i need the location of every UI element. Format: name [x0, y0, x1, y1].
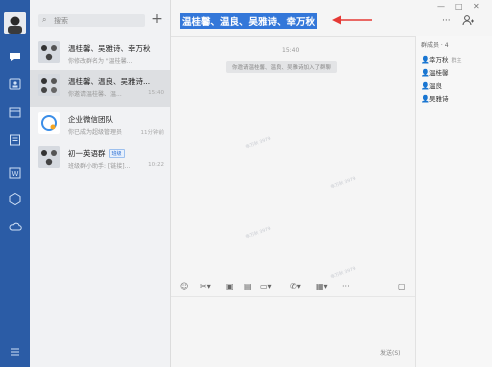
- person-icon: 👤: [421, 82, 430, 90]
- contacts-icon[interactable]: [8, 77, 22, 91]
- member-item[interactable]: 👤温桂馨: [421, 67, 449, 77]
- emoji-icon[interactable]: ☺: [180, 282, 188, 291]
- add-chat-button[interactable]: +: [151, 11, 163, 27]
- chat-name: 温桂馨、温良、吴雅诗...: [68, 77, 151, 86]
- chat-list-item[interactable]: 初一英语群 班级 班级群小助手: [链接]... 10:22: [30, 142, 170, 179]
- chat-list-item-selected[interactable]: 温桂馨、温良、吴雅诗... 你邀请温桂馨、温... 15:40: [30, 70, 170, 107]
- message-time: 15:40: [282, 47, 300, 54]
- member-item[interactable]: 👤幸万秋 群主: [421, 54, 462, 64]
- member-count: 群成员 · 4: [421, 42, 449, 49]
- close-icon[interactable]: ✕: [473, 2, 480, 11]
- conversation-title[interactable]: 温桂馨、温良、吴雅诗、幸万秋: [180, 13, 318, 29]
- chat-list-item[interactable]: 温桂馨、吴雅诗、幸万秋 你修改群名为 "温桂馨...: [30, 37, 170, 74]
- send-button[interactable]: 发送(S): [380, 348, 401, 357]
- group-avatar: [38, 74, 60, 96]
- system-message: 你邀请温桂馨、温良、吴雅诗加入了群聊: [226, 61, 338, 73]
- person-icon: 👤: [421, 56, 430, 64]
- chat-list-item[interactable]: 企业微信团队 你已成为超级管理员 11分钟前: [30, 108, 170, 145]
- docs-icon[interactable]: [8, 133, 22, 147]
- cloud-icon[interactable]: [8, 220, 22, 234]
- input-toolbar: ☺ ✂▾ ▣ ▤ ▭▾ ✆▾ ▦▾ ··· ▢: [180, 282, 412, 296]
- file-icon[interactable]: ▭▾: [260, 282, 272, 291]
- member-item[interactable]: 👤吴雅诗: [421, 93, 449, 103]
- wecom-team-avatar: [38, 112, 60, 134]
- word-icon[interactable]: W: [8, 166, 22, 180]
- maximize-icon[interactable]: □: [455, 2, 463, 11]
- menu-icon[interactable]: [8, 345, 22, 359]
- group-avatar: [38, 146, 60, 168]
- scissors-icon[interactable]: ✂▾: [200, 282, 211, 291]
- group-avatar: [38, 41, 60, 63]
- chat-time: 15:40: [148, 90, 164, 96]
- add-member-icon[interactable]: [462, 14, 474, 29]
- history-icon[interactable]: ▢: [398, 282, 406, 291]
- minimize-icon[interactable]: —: [437, 2, 445, 11]
- screen-share-icon[interactable]: ▦▾: [316, 282, 328, 291]
- person-icon: 👤: [421, 69, 430, 77]
- chat-name: 温桂馨、吴雅诗、幸万秋: [68, 44, 151, 53]
- image-icon[interactable]: ▣: [226, 282, 234, 291]
- search-input[interactable]: ⌕ 搜索: [38, 14, 145, 27]
- more-tools-icon[interactable]: ···: [342, 282, 350, 291]
- message-input[interactable]: [171, 296, 415, 367]
- chat-preview: 你已成为超级管理员: [68, 129, 123, 136]
- more-options-icon[interactable]: ···: [442, 16, 451, 26]
- person-icon: 👤: [421, 95, 430, 103]
- calendar-icon[interactable]: [8, 105, 22, 119]
- chat-name: 企业微信团队: [68, 115, 113, 124]
- chat-name: 初一英语群 班级: [68, 148, 125, 159]
- chat-time: 11分钟前: [140, 130, 165, 136]
- search-placeholder: 搜索: [54, 17, 68, 25]
- chat-preview: 班级群小助手: [链接]...: [68, 163, 131, 170]
- red-arrow-annotation: [332, 15, 372, 25]
- member-item[interactable]: 👤温良: [421, 80, 442, 90]
- chat-preview: 你修改群名为 "温桂馨...: [68, 58, 133, 65]
- class-badge: 班级: [108, 149, 125, 158]
- chat-icon[interactable]: [8, 50, 22, 64]
- phone-icon[interactable]: ✆▾: [290, 282, 301, 291]
- word-doc-icon[interactable]: ▤: [244, 282, 252, 291]
- chat-preview: 你邀请温桂馨、温...: [68, 91, 122, 98]
- apps-icon[interactable]: [8, 192, 22, 206]
- svg-text:W: W: [12, 170, 19, 178]
- search-icon: ⌕: [42, 15, 47, 24]
- chat-time: 10:22: [148, 162, 164, 168]
- user-avatar[interactable]: [4, 12, 26, 34]
